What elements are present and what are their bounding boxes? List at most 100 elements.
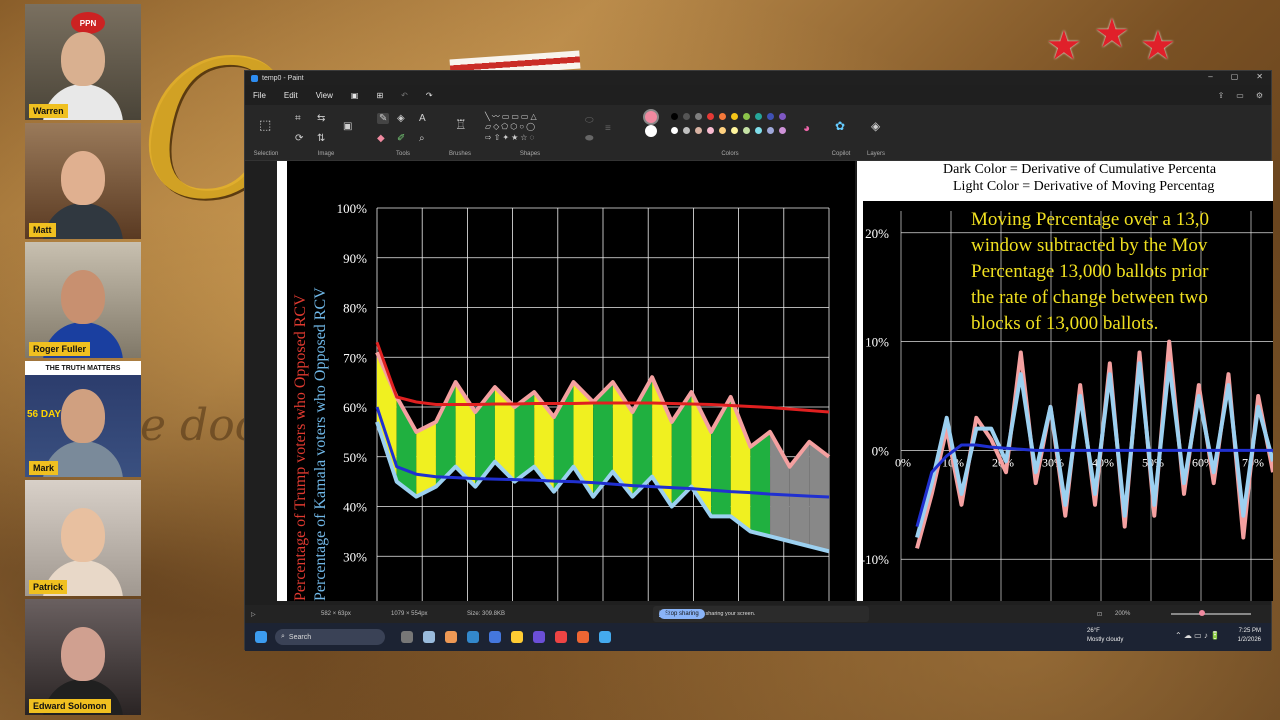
crop-icon[interactable]: ⌗ — [295, 113, 301, 124]
app-icon[interactable] — [577, 631, 589, 643]
save-icon[interactable]: ▣ — [351, 91, 359, 100]
participant-face — [61, 270, 105, 324]
fit-screen-icon[interactable]: ⊡ — [1097, 611, 1102, 618]
widgets-icon[interactable] — [423, 631, 435, 643]
y-tick-label: 30% — [343, 549, 367, 564]
participant-tile[interactable]: Edward Solomon — [25, 599, 141, 715]
paint-taskbar-icon[interactable] — [599, 631, 611, 643]
color-swatch[interactable] — [719, 127, 726, 134]
task-view-icon[interactable] — [401, 631, 413, 643]
color-swatch[interactable] — [719, 113, 726, 120]
history-icon[interactable]: ⊞ — [376, 91, 383, 100]
undo-icon[interactable]: ↶ — [401, 91, 408, 100]
color-swatch[interactable] — [779, 127, 786, 134]
fill-icon[interactable]: ◈ — [397, 113, 405, 124]
menu-edit[interactable]: Edit — [284, 91, 298, 100]
chart-image: 100% 90% 80% 70% 60% 50% 40% 30% 20% Dark Color =… — [277, 161, 1273, 601]
color-swatch[interactable] — [683, 127, 690, 134]
taskbar-search[interactable]: ⌕ Search — [275, 629, 385, 645]
screen-share-bar: streamyard.com is sharing your screen. S… — [653, 606, 869, 622]
weather-widget[interactable]: 26°F Mostly cloudy — [1087, 627, 1123, 645]
shapes-row-1-icon[interactable]: ╲〰▭▭▭△ — [485, 111, 539, 122]
minimize-button[interactable]: – — [1208, 72, 1212, 81]
zoom-app-icon[interactable] — [489, 631, 501, 643]
copilot-taskbar-icon[interactable] — [445, 631, 457, 643]
color-swatch[interactable] — [755, 127, 762, 134]
title-bar: temp0 - Paint – ▢ ✕ — [245, 71, 1271, 85]
group-label: Layers — [866, 151, 885, 157]
edge-icon[interactable] — [467, 631, 479, 643]
zoom-slider[interactable] — [1171, 613, 1251, 615]
chrome-icon[interactable] — [555, 631, 567, 643]
brush-icon[interactable]: ♖ — [455, 117, 467, 133]
layout-icon[interactable]: ▭ — [1236, 91, 1244, 100]
color-swatch[interactable] — [683, 113, 690, 120]
participant-tile[interactable]: Patrick — [25, 480, 141, 596]
fill-style-icon[interactable]: ⬬ — [585, 133, 594, 144]
pencil-icon[interactable]: ✎ — [377, 113, 390, 124]
edit-colors-group: ◕ — [799, 109, 819, 157]
color-swatch[interactable] — [645, 111, 657, 123]
chart-title-line: Dark Color = Cumulative Percentage — [461, 161, 670, 175]
color-swatch[interactable] — [731, 113, 738, 120]
color-swatch[interactable] — [695, 127, 702, 134]
status-bar: ▷ 582 × 63px 1079 × 554px Size: 309.8KB … — [245, 605, 1271, 623]
color-swatch[interactable] — [695, 113, 702, 120]
y-tick-label: 90% — [343, 251, 367, 266]
image-select-icon[interactable]: ▣ — [343, 121, 352, 132]
eraser-icon[interactable]: ◆ — [377, 133, 385, 144]
zoom-slider-thumb[interactable] — [1199, 610, 1205, 616]
y-axis-label: Percentage of Trump voters who Opposed R… — [292, 294, 309, 601]
vscode-icon[interactable] — [533, 631, 545, 643]
select-rectangle-icon[interactable]: ⬚ — [259, 117, 271, 133]
participant-tile[interactable]: Matt — [25, 123, 141, 239]
color-swatch[interactable] — [767, 113, 774, 120]
color-swatch[interactable] — [671, 127, 678, 134]
color-swatch[interactable] — [755, 113, 762, 120]
start-icon[interactable] — [255, 631, 267, 643]
redo-icon[interactable]: ↷ — [426, 91, 433, 100]
color-swatch[interactable] — [707, 113, 714, 120]
color-swatch[interactable] — [767, 127, 774, 134]
paint-canvas[interactable]: 100% 90% 80% 70% 60% 50% 40% 30% 20% Dark Color =… — [277, 161, 1273, 601]
flip-icon[interactable]: ⇅ — [317, 133, 325, 144]
outline-icon[interactable]: ⬭ — [585, 115, 594, 126]
color-picker-icon[interactable]: ✐ — [397, 133, 405, 144]
settings-icon[interactable]: ⚙ — [1256, 91, 1263, 100]
participant-tile[interactable]: PPN Warren — [25, 4, 141, 120]
participant-face — [61, 32, 105, 86]
clock[interactable]: 7:25 PM 1/2/2026 — [1238, 627, 1261, 645]
copilot-icon[interactable]: ✿ — [835, 119, 845, 133]
layers-icon[interactable]: ◈ — [871, 119, 880, 133]
star-icon: ★ — [1140, 24, 1176, 68]
color-swatch[interactable] — [645, 125, 657, 137]
size-icon[interactable]: ≡ — [605, 123, 611, 134]
copilot-group: ✿ Copilot — [825, 109, 857, 157]
y-tick-label: 20% — [343, 599, 367, 601]
shapes-row-3-icon[interactable]: ⇨⇧✦★☆◌ — [485, 133, 536, 142]
share-icon[interactable]: ⇪ — [1218, 91, 1225, 100]
color-swatch[interactable] — [779, 113, 786, 120]
color-swatch[interactable] — [731, 127, 738, 134]
text-icon[interactable]: A — [419, 113, 426, 124]
file-explorer-icon[interactable] — [511, 631, 523, 643]
color-swatch[interactable] — [671, 113, 678, 120]
color-swatch[interactable] — [743, 127, 750, 134]
magnifier-icon[interactable]: ⌕ — [419, 133, 425, 144]
color-swatch[interactable] — [743, 113, 750, 120]
edit-colors-icon[interactable]: ◕ — [803, 121, 810, 135]
shapes-row-2-icon[interactable]: ▱◇⬠⬡○◯ — [485, 122, 537, 131]
color-swatch[interactable] — [707, 127, 714, 134]
zoom-level[interactable]: 200% — [1115, 611, 1130, 617]
participant-tile[interactable]: Roger Fuller — [25, 242, 141, 358]
menu-view[interactable]: View — [316, 91, 333, 100]
participant-tile[interactable]: THE TRUTH MATTERS 56 DAYS Mark — [25, 361, 141, 477]
menu-file[interactable]: File — [253, 91, 266, 100]
system-tray-icons[interactable]: ⌃ ☁ ▭ ♪ 🔋 — [1175, 631, 1220, 640]
maximize-button[interactable]: ▢ — [1231, 72, 1239, 81]
hide-share-bar-link[interactable]: Hide — [659, 611, 671, 617]
participant-name: Edward Solomon — [29, 699, 111, 713]
close-button[interactable]: ✕ — [1256, 72, 1263, 81]
resize-icon[interactable]: ⇆ — [317, 113, 325, 124]
rotate-icon[interactable]: ⟳ — [295, 133, 303, 144]
